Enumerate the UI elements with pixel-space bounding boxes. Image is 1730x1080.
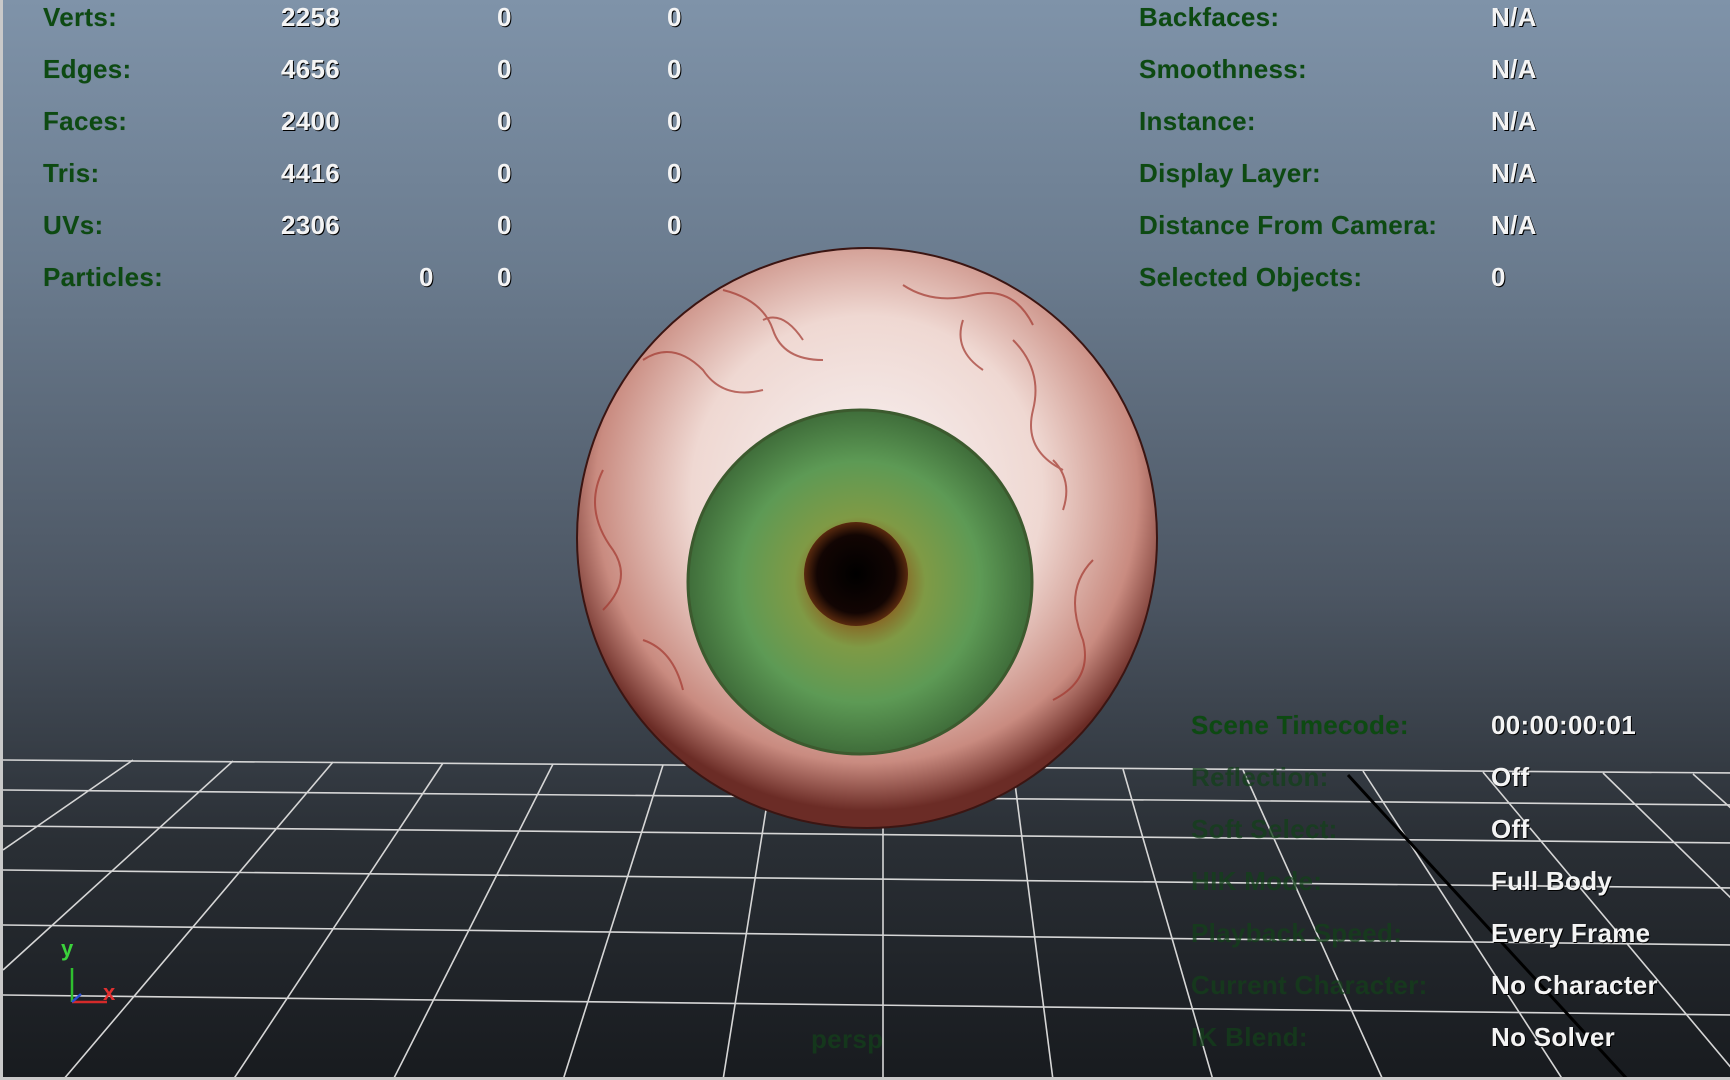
stat-value: 2400 [281, 106, 341, 136]
stat-value: 4416 [281, 158, 341, 188]
info-label-selected: Selected Objects: [1139, 262, 1363, 292]
info-value: 0 [1491, 262, 1506, 292]
stat-value: 0 [667, 54, 682, 84]
stat-value: 0 [667, 106, 682, 136]
axis-y-label: y [61, 936, 74, 961]
stat-value: 0 [497, 2, 512, 32]
stat-value: 0 [497, 106, 512, 136]
stat-value: 0 [497, 262, 512, 292]
scene-label-reflection: Reflection: [1191, 762, 1329, 792]
stat-value: 0 [497, 158, 512, 188]
axis-x-label: x [103, 980, 116, 1005]
stat-label-verts: Verts: [43, 2, 118, 32]
scene-value: Off [1491, 814, 1530, 844]
stat-value: 0 [667, 158, 682, 188]
stat-value: 0 [667, 210, 682, 240]
scene-value: Every Frame [1491, 918, 1651, 948]
scene-label-ik-blend: IK Blend: [1191, 1022, 1308, 1052]
stat-label-particles: Particles: [43, 262, 164, 292]
stat-label-edges: Edges: [43, 54, 132, 84]
scene-value: No Character [1491, 970, 1658, 1000]
scene-value: Off [1491, 762, 1530, 792]
stat-value: 0 [497, 210, 512, 240]
viewport-persp[interactable]: Verts: Edges: Faces: Tris: UVs: Particle… [0, 0, 1730, 1080]
stat-label-tris: Tris: [43, 158, 100, 188]
eyeball-model[interactable] [3, 0, 1730, 1080]
stat-label-faces: Faces: [43, 106, 128, 136]
stat-value: 4656 [281, 54, 341, 84]
stat-value: 0 [419, 262, 434, 292]
scene-label-current-character: Current Character: [1191, 970, 1428, 1000]
info-value: N/A [1491, 158, 1537, 188]
info-label-backfaces: Backfaces: [1139, 2, 1280, 32]
scene-label-playback-speed: Playback Speed: [1191, 918, 1403, 948]
scene-value: No Solver [1491, 1022, 1616, 1052]
scene-value: 00:00:00:01 [1491, 710, 1636, 740]
scene-value: Full Body [1491, 866, 1613, 896]
stat-value: 2258 [281, 2, 341, 32]
stat-label-uvs: UVs: [43, 210, 104, 240]
camera-name-label: persp [811, 1024, 884, 1054]
info-label-instance: Instance: [1139, 106, 1256, 136]
scene-label-soft-select: Soft Select: [1191, 814, 1338, 844]
info-value: N/A [1491, 54, 1537, 84]
stat-value: 0 [667, 2, 682, 32]
info-value: N/A [1491, 106, 1537, 136]
scene-label-timecode: Scene Timecode: [1191, 710, 1409, 740]
stat-value: 0 [497, 54, 512, 84]
axis-gizmo: y x [59, 936, 129, 1010]
info-value: N/A [1491, 2, 1537, 32]
info-value: N/A [1491, 210, 1537, 240]
info-label-distance: Distance From Camera: [1139, 210, 1438, 240]
stat-value: 2306 [281, 210, 341, 240]
info-label-smoothness: Smoothness: [1139, 54, 1307, 84]
info-label-display-layer: Display Layer: [1139, 158, 1321, 188]
scene-label-hik-mode: HIK Mode: [1191, 866, 1323, 896]
